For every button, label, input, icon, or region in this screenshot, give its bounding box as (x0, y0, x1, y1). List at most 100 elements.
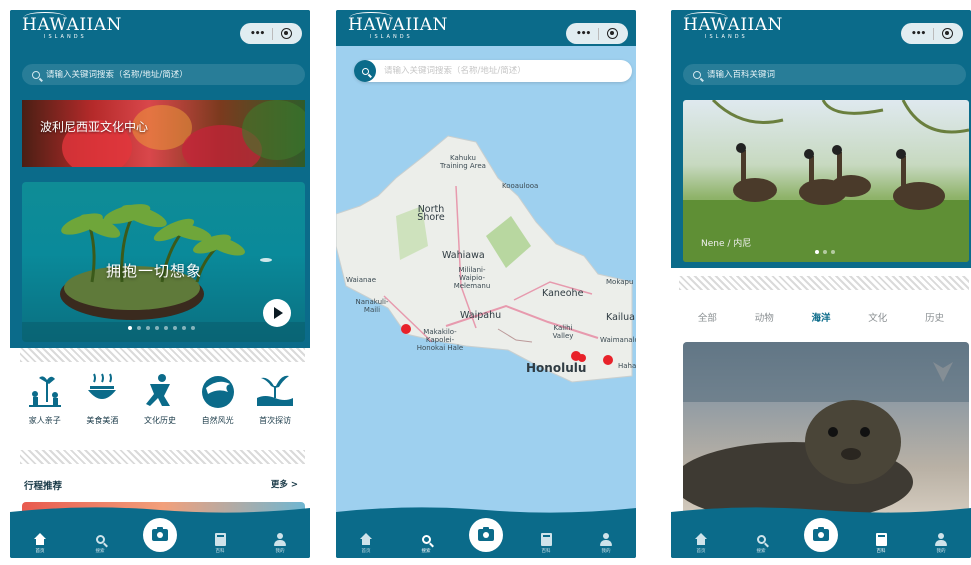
tab-profile[interactable]: 我的 (586, 531, 626, 554)
carousel-dot[interactable] (128, 326, 132, 330)
map-label: Makakilo-Kapolei-Honokai Hale (416, 328, 464, 352)
map-label: Waimanalo (600, 336, 636, 344)
search-icon (361, 67, 369, 75)
tribal-pattern-divider (20, 348, 305, 362)
map-search-screen: Kahuku Training Area Kooaulooa North Sho… (336, 10, 636, 558)
carousel-dot[interactable] (182, 326, 186, 330)
close-target-icon[interactable] (281, 28, 293, 39)
tribal-pattern-divider (20, 450, 305, 464)
more-icon[interactable]: ••• (576, 29, 591, 39)
search-input[interactable] (707, 69, 947, 80)
tab-encyclopedia[interactable]: 百科 (861, 531, 901, 554)
map-pin[interactable] (401, 324, 411, 334)
carousel-dot[interactable] (146, 326, 150, 330)
category-nature[interactable]: 自然风光 (190, 370, 246, 426)
mini-program-capsule: ••• (566, 23, 628, 44)
family-icon (25, 370, 65, 410)
home-icon (34, 533, 46, 545)
mini-program-capsule: ••• (901, 23, 963, 44)
carousel-dot[interactable] (164, 326, 168, 330)
map-label: Honolulu (526, 361, 587, 375)
close-target-icon[interactable] (607, 28, 619, 39)
search-icon (32, 70, 40, 79)
search-bar[interactable] (683, 64, 966, 85)
hawaiian-islands-logo: HAWAIIAN ISLANDS (22, 12, 122, 40)
user-icon (600, 532, 612, 546)
tab-animals[interactable]: 动物 (755, 310, 774, 324)
hero-carousel[interactable]: 拥抱一切想象 (22, 182, 305, 342)
featured-banner[interactable]: 波利尼西亚文化中心 (22, 100, 305, 167)
tab-encyclopedia[interactable]: 百科 (526, 531, 566, 554)
header: HAWAIIAN ISLANDS ••• (336, 10, 636, 46)
more-link[interactable]: 更多 > (271, 478, 298, 490)
tab-camera[interactable] (466, 518, 506, 554)
tab-camera[interactable] (801, 518, 841, 554)
tab-all[interactable]: 全部 (698, 310, 717, 324)
close-target-icon[interactable] (942, 28, 954, 39)
tab-ocean[interactable]: 海洋 (811, 310, 830, 324)
featured-species-photo[interactable]: Nene / 内尼 (683, 100, 969, 262)
banner-title: 波利尼西亚文化中心 (40, 120, 149, 134)
search-input[interactable] (46, 69, 286, 80)
more-icon[interactable]: ••• (911, 29, 926, 39)
monk-seal-card[interactable] (683, 342, 969, 522)
map-label: North Shore (417, 204, 445, 223)
book-icon (214, 532, 226, 546)
category-food[interactable]: 美食美酒 (74, 370, 130, 426)
food-icon (82, 370, 122, 410)
tab-search[interactable]: 搜索 (406, 531, 446, 554)
search-input[interactable] (384, 66, 624, 76)
carousel-dots (128, 326, 195, 330)
map-label: Kahuku Training Area (440, 154, 486, 170)
map-view[interactable]: Kahuku Training Area Kooaulooa North Sho… (336, 46, 636, 516)
tab-search[interactable]: 搜索 (741, 531, 781, 554)
category-label: 首次探访 (259, 416, 292, 425)
tab-history[interactable]: 历史 (925, 310, 944, 324)
carousel-dot[interactable] (137, 326, 141, 330)
user-icon (935, 532, 947, 546)
map-search-bar[interactable] (354, 60, 632, 82)
play-button[interactable] (263, 299, 291, 327)
photo-caption: Nene / 内尼 (701, 239, 752, 249)
map-label: Hahaione (618, 362, 636, 370)
search-bar[interactable] (22, 64, 305, 85)
category-row: 家人亲子 美食美酒 文化历史 自然风光 首次探访 (10, 370, 310, 426)
tab-home[interactable]: 首页 (20, 531, 60, 554)
category-family[interactable]: 家人亲子 (17, 370, 73, 426)
tab-search[interactable]: 搜索 (80, 531, 120, 554)
carousel-dot[interactable] (155, 326, 159, 330)
camera-icon (478, 527, 494, 541)
category-first-visit[interactable]: 首次探访 (247, 370, 303, 426)
tab-camera[interactable] (140, 518, 180, 554)
map-label: Mokapu (606, 278, 634, 286)
category-culture[interactable]: 文化历史 (132, 370, 188, 426)
map-label: Wahiawa (442, 250, 485, 261)
tab-home[interactable]: 首页 (346, 531, 386, 554)
search-button[interactable] (354, 60, 376, 82)
carousel-dot[interactable] (191, 326, 195, 330)
map-pin[interactable] (603, 355, 613, 365)
header: HAWAIIAN ISLANDS ••• (671, 10, 971, 62)
book-icon (875, 532, 887, 546)
map-label: Kooaulooa (502, 182, 539, 190)
hawaiian-islands-logo: HAWAIIAN ISLANDS (348, 12, 448, 40)
category-label: 美食美酒 (86, 416, 119, 425)
culture-icon (140, 370, 180, 410)
carousel-dot[interactable] (173, 326, 177, 330)
tab-culture[interactable]: 文化 (868, 310, 887, 324)
map-label: Waianae (346, 276, 377, 284)
map-label: Mililani-Waipio-Melemanu (453, 266, 491, 290)
more-icon[interactable]: ••• (250, 29, 265, 39)
search-icon (693, 70, 701, 79)
first-visit-icon (255, 370, 295, 410)
category-tabs: 全部 动物 海洋 文化 历史 (671, 310, 971, 324)
encyclopedia-screen: HAWAIIAN ISLANDS ••• Nene / 内尼 (671, 10, 971, 558)
home-screen: HAWAIIAN ISLANDS ••• 波利尼西亚文化中心 (10, 10, 310, 558)
tab-home[interactable]: 首页 (681, 531, 721, 554)
header: HAWAIIAN ISLANDS ••• (10, 10, 310, 62)
tab-encyclopedia[interactable]: 百科 (200, 531, 240, 554)
tab-profile[interactable]: 我的 (260, 531, 300, 554)
tab-profile[interactable]: 我的 (921, 531, 961, 554)
map-label: Nanakuli-Maili (355, 298, 389, 314)
search-icon (421, 534, 431, 544)
